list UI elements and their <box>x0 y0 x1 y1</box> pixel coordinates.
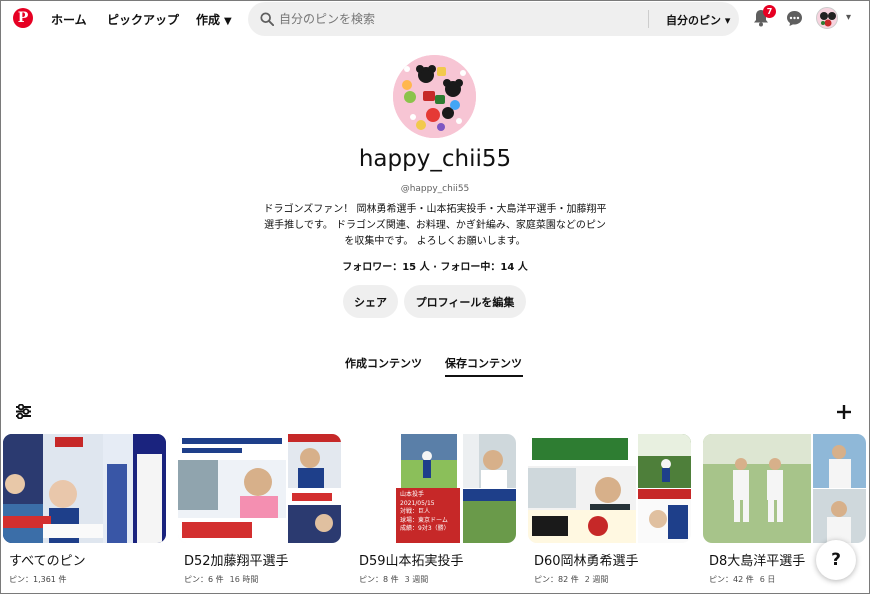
board-title: すべてのピン <box>9 554 86 569</box>
search-bar: 自分のピン ▾ <box>248 2 739 36</box>
tab-created[interactable]: 作成コンテンツ <box>345 355 422 371</box>
board-cover <box>178 434 341 543</box>
board-cover-main-icon <box>528 434 636 543</box>
chevron-down-icon: ▾ <box>724 14 731 27</box>
stat-card-line: 2021/05/15 <box>400 499 435 507</box>
board-cover: 山本投手 2021/05/15 対戦：巨人 球場：東京ドーム 成績：9対3（勝） <box>353 434 516 543</box>
board-pin-count: ピン：82 件 <box>534 575 579 584</box>
nav-home[interactable]: ホーム <box>51 11 87 28</box>
board-card[interactable]: D60岡林勇希選手 ピン：82 件 2 週間 <box>528 434 691 584</box>
board-cover-sub1-icon <box>288 434 341 488</box>
board-card[interactable]: D52加藤翔平選手 ピン：6 件 16 時間 <box>178 434 341 584</box>
profile-avatar <box>393 55 476 138</box>
board-meta: ピン：1,361 件 <box>9 574 72 585</box>
board-cover-collage-icon <box>3 434 166 543</box>
board-title: D52加藤翔平選手 <box>184 554 289 569</box>
search-scope-select[interactable]: 自分のピン ▾ <box>666 12 730 28</box>
board-title: D59山本拓実投手 <box>359 554 464 569</box>
board-updated: 6 日 <box>759 575 776 584</box>
filter-icon[interactable] <box>15 404 32 419</box>
pinterest-logo-icon[interactable]: P <box>13 8 33 28</box>
search-scope-label: 自分のピン <box>666 14 721 27</box>
board-pin-count: ピン：42 件 <box>709 575 754 584</box>
tab-saved[interactable]: 保存コンテンツ <box>445 355 522 371</box>
board-title: D8大島洋平選手 <box>709 554 806 569</box>
share-button[interactable]: シェア <box>343 285 398 318</box>
stat-card-line: 球場：東京ドーム <box>400 516 448 524</box>
board-updated: 3 週間 <box>404 575 429 584</box>
board-cover-sub1-icon <box>638 434 691 488</box>
messages-icon[interactable] <box>786 10 803 27</box>
board-cover-main-icon <box>703 434 811 543</box>
profile-avatar-art-icon <box>393 55 476 138</box>
top-nav: P ホーム ピックアップ 作成▼ 自分のピン ▾ 7 ▾ <box>0 0 870 38</box>
board-cover-stat-card: 山本投手 2021/05/15 対戦：巨人 球場：東京ドーム 成績：9対3（勝） <box>396 488 460 543</box>
board-card[interactable]: D8大島洋平選手 ピン：42 件 6 日 <box>703 434 866 584</box>
board-cover-sub2 <box>463 489 516 543</box>
board-meta: ピン：8 件 3 週間 <box>359 574 428 585</box>
board-pin-count: ピン：8 件 <box>359 575 399 584</box>
board-card[interactable]: 山本投手 2021/05/15 対戦：巨人 球場：東京ドーム 成績：9対3（勝）… <box>353 434 516 584</box>
active-tab-underline <box>445 375 523 377</box>
search-input[interactable] <box>279 2 639 36</box>
profile-handle: @happy_chii55 <box>400 184 470 194</box>
board-cover-sub1-icon <box>463 434 516 488</box>
chevron-down-icon: ▼ <box>224 16 232 27</box>
search-divider <box>648 10 649 28</box>
board-cover-main-icon <box>178 434 286 543</box>
board-title: D60岡林勇希選手 <box>534 554 639 569</box>
avatar-art-icon <box>820 12 836 27</box>
board-cover-sub2-icon <box>813 489 866 543</box>
board-cover-sub2-banner <box>463 489 516 501</box>
add-icon[interactable] <box>836 404 852 420</box>
profile-bio: ドラゴンズファン！ 岡林勇希選手・山本拓実投手・大島洋平選手・加藤翔平選手推しで… <box>263 204 607 247</box>
board-cover-sub1-icon <box>813 434 866 488</box>
board-cover <box>703 434 866 543</box>
account-menu-chevron-icon[interactable]: ▾ <box>846 12 851 23</box>
board-meta: ピン：6 件 16 時間 <box>184 574 258 585</box>
board-updated: 2 週間 <box>584 575 609 584</box>
board-cover-sub2-icon <box>288 489 341 543</box>
board-pin-count: ピン：1,361 件 <box>9 575 67 584</box>
stat-card-line: 対戦：巨人 <box>400 508 431 515</box>
board-cover <box>528 434 691 543</box>
follow-stats[interactable]: フォロワー：15 人 · フォロー中：14 人 <box>0 258 870 273</box>
board-cover <box>3 434 166 543</box>
stat-card-line: 成績：9対3（勝） <box>400 525 450 532</box>
board-updated: 16 時間 <box>229 575 259 584</box>
nav-create-label: 作成 <box>196 13 221 27</box>
board-cover-sub2-icon <box>638 489 691 543</box>
stat-card-line: 山本投手 <box>400 491 425 498</box>
board-meta: ピン：82 件 2 週間 <box>534 574 608 585</box>
account-avatar[interactable] <box>816 7 838 29</box>
notifications-badge: 7 <box>763 5 776 18</box>
search-icon <box>260 12 274 26</box>
board-card[interactable]: すべてのピン ピン：1,361 件 <box>3 434 166 584</box>
board-pin-count: ピン：6 件 <box>184 575 224 584</box>
nav-explore[interactable]: ピックアップ <box>107 11 179 28</box>
edit-profile-button[interactable]: プロフィールを編集 <box>404 285 526 318</box>
help-button[interactable]: ? <box>816 540 856 580</box>
board-meta: ピン：42 件 6 日 <box>709 574 775 585</box>
profile-name: happy_chii55 <box>358 146 512 172</box>
nav-create[interactable]: 作成 ▼ <box>196 11 232 28</box>
